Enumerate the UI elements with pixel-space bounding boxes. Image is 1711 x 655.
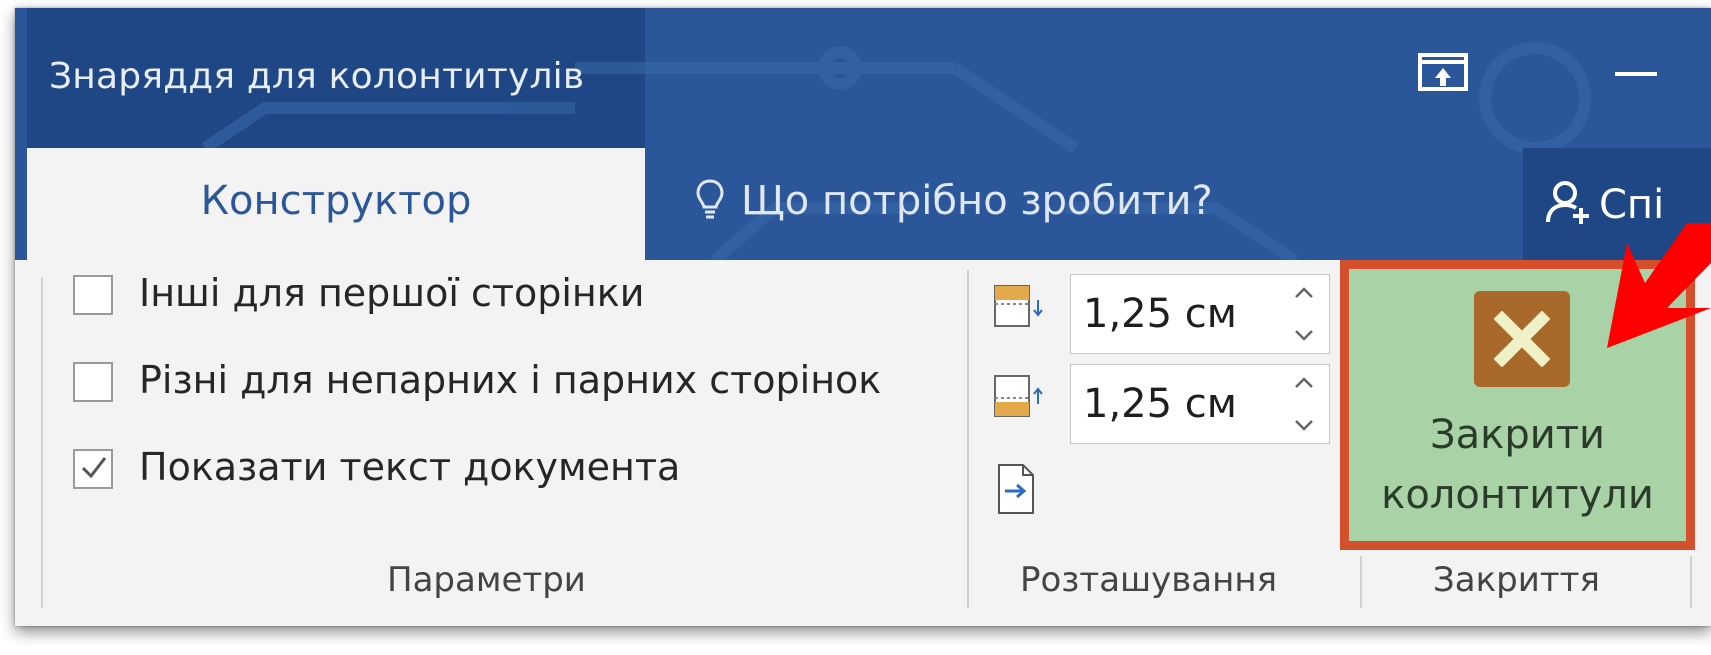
checkbox-label: Різні для непарних і парних сторінок bbox=[139, 358, 882, 402]
checkbox[interactable] bbox=[73, 275, 113, 315]
group-separator bbox=[1360, 556, 1362, 608]
group-separator bbox=[41, 278, 43, 608]
footer-position-icon bbox=[993, 374, 1045, 424]
footer-from-bottom-value: 1,25 см bbox=[1083, 381, 1237, 427]
contextual-tool-title: Знаряддя для колонтитулів bbox=[49, 56, 585, 97]
group-separator bbox=[1690, 556, 1692, 608]
spinner-arrows-icon[interactable] bbox=[1293, 283, 1315, 345]
tell-me-search[interactable]: Що потрібно зробити? bbox=[695, 178, 1213, 230]
ribbon-display-options-icon[interactable] bbox=[1417, 52, 1469, 92]
group-label-position: Розташування bbox=[1020, 560, 1278, 600]
share-label: Спі bbox=[1599, 182, 1665, 228]
spinner-arrows-icon[interactable] bbox=[1293, 373, 1315, 435]
footer-from-bottom-spinner[interactable]: 1,25 см bbox=[1070, 364, 1330, 444]
red-arrow-annotation bbox=[1607, 223, 1711, 348]
close-button-label-line2: колонтитули bbox=[1381, 472, 1654, 518]
tell-me-label: Що потрібно зробити? bbox=[741, 178, 1213, 224]
group-label-close: Закриття bbox=[1433, 560, 1600, 600]
checkbox-checked[interactable] bbox=[73, 449, 113, 489]
checkbox-label: Показати текст документа bbox=[139, 445, 681, 489]
title-bar: Знаряддя для колонтитулів Конструктор Що… bbox=[15, 8, 1711, 260]
group-label-options: Параметри bbox=[387, 560, 586, 600]
tab-design-label: Конструктор bbox=[200, 178, 472, 224]
minimize-icon[interactable] bbox=[1615, 72, 1657, 76]
group-separator bbox=[967, 270, 969, 608]
add-person-icon bbox=[1546, 181, 1589, 224]
header-from-top-spinner[interactable]: 1,25 см bbox=[1070, 274, 1330, 354]
share-button[interactable]: Спі bbox=[1545, 178, 1664, 228]
tab-design[interactable]: Конструктор bbox=[27, 148, 645, 260]
insert-alignment-tab-icon[interactable] bbox=[997, 463, 1037, 519]
header-from-top-value: 1,25 см bbox=[1083, 291, 1237, 337]
header-position-icon bbox=[993, 284, 1045, 334]
word-ribbon-window: Знаряддя для колонтитулів Конструктор Що… bbox=[15, 8, 1711, 626]
lightbulb-icon bbox=[695, 178, 725, 230]
checkbox[interactable] bbox=[73, 362, 113, 402]
close-button-label-line1: Закрити bbox=[1430, 412, 1605, 458]
checkbox-label: Інші для першої сторінки bbox=[139, 271, 645, 315]
checkmark-icon bbox=[81, 457, 107, 479]
close-x-icon bbox=[1474, 291, 1570, 387]
